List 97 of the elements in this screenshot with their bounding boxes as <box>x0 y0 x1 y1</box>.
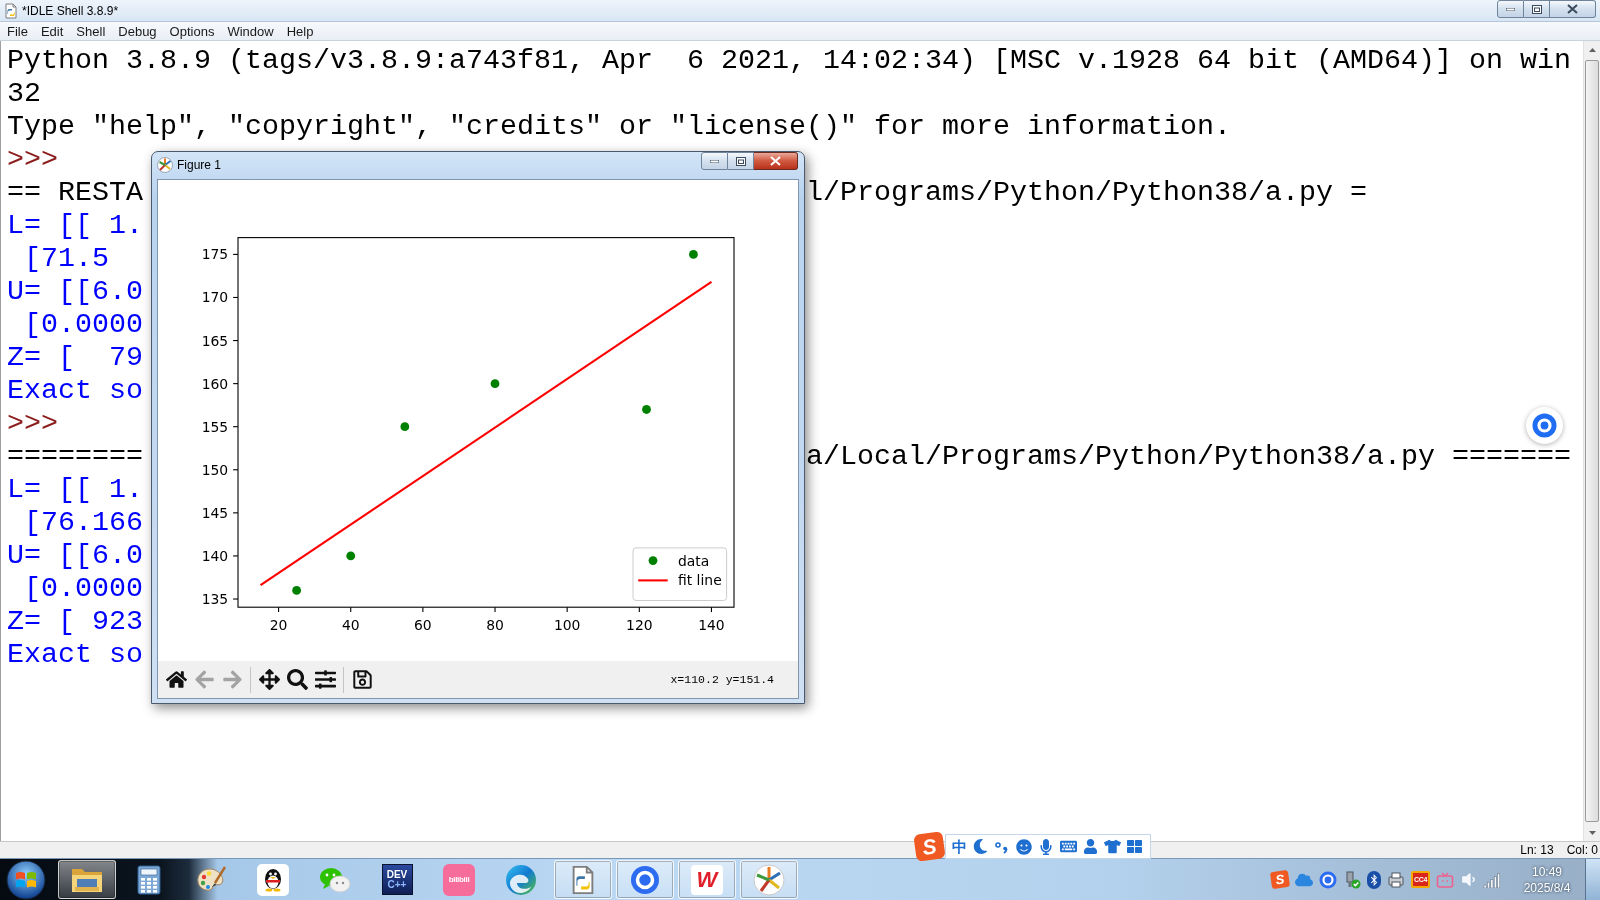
status-text: Col: 0 <box>1566 842 1598 859</box>
shell-text: Type "help", "copyright", "credits" or "license()" for more information. <box>7 110 1231 143</box>
microphone-icon[interactable] <box>1038 838 1054 855</box>
taskbar-app[interactable] <box>58 860 116 899</box>
status-text: Ln: 13 <box>1520 842 1554 859</box>
output-text: Exact so <box>7 638 143 671</box>
ring-icon[interactable] <box>1319 870 1337 889</box>
menu-item[interactable]: Window <box>222 22 279 40</box>
pinwheel-icon <box>753 863 785 896</box>
moon-icon[interactable] <box>973 839 988 854</box>
bluetooth-icon[interactable] <box>1367 870 1381 889</box>
punctuation-icon[interactable] <box>994 839 1010 854</box>
calculator-icon <box>137 864 161 895</box>
minimize-button[interactable] <box>701 152 728 170</box>
minimize-button[interactable] <box>1497 0 1524 18</box>
output-text: [71.5 <box>23 242 109 275</box>
close-icon <box>1567 4 1578 14</box>
tick-label: 80 <box>486 617 504 634</box>
plug-check-icon[interactable] <box>1343 870 1361 889</box>
menu-item[interactable]: Options <box>164 22 220 40</box>
app-logo: bilibili <box>443 863 475 896</box>
scrollbar-thumb[interactable] <box>1585 60 1599 822</box>
shell-text: == RESTA <box>7 176 143 209</box>
minimize-icon <box>710 159 719 163</box>
output-text: [0.0000 <box>23 572 143 605</box>
tick-label: 60 <box>414 617 432 634</box>
output-text: Z= [ 79 <box>7 341 143 374</box>
shirt-icon[interactable] <box>1104 838 1121 855</box>
menu-item[interactable]: Shell <box>71 22 111 40</box>
taskbar-app[interactable]: W <box>678 860 736 899</box>
restore-icon <box>735 156 746 166</box>
shell-text: a/Local/Programs/Python/Python38/a.py ======= <box>805 440 1571 473</box>
output-text: U= [[6.0 <box>7 275 143 308</box>
menu-item[interactable]: Debug <box>113 22 162 40</box>
tick-label: 100 <box>553 617 581 634</box>
tick-label: 140 <box>201 547 229 564</box>
output-text: L= [[ 1. <box>7 473 143 506</box>
maximize-button[interactable] <box>1524 0 1550 18</box>
window-title: *IDLE Shell 3.8.9* <box>22 2 119 20</box>
shell-text: l/Programs/Python/Python38/a.py = <box>805 176 1367 209</box>
prompt-text: >>> <box>7 143 58 176</box>
penguin-icon <box>257 863 289 896</box>
tick-label: 170 <box>201 289 229 306</box>
caret-up-icon <box>1588 47 1596 52</box>
output-text: U= [[6.0 <box>7 539 143 572</box>
tick-label: 135 <box>201 591 229 607</box>
shell-text: Python 3.8.9 (tags/v3.8.9:a743f81, Apr 6 2021, 14:02:34) [MSC v.1928 64 bit (AMD64)] on win <box>7 44 1571 77</box>
tick-label: 175 <box>201 246 229 263</box>
menu-item[interactable]: File <box>2 22 33 40</box>
maximize-button[interactable] <box>728 152 754 170</box>
windows-logo-icon <box>6 859 46 900</box>
output-text: [0.0000 <box>23 308 143 341</box>
output-text: L= [[ 1. <box>7 209 143 242</box>
tick-label: 140 <box>698 617 725 634</box>
prompt-text: >>> <box>7 407 58 440</box>
tick-label: 20 <box>269 617 288 634</box>
legend-label: fit line <box>678 572 722 589</box>
grid-icon[interactable] <box>1127 839 1142 854</box>
close-button[interactable] <box>1550 0 1596 18</box>
user-icon[interactable] <box>1083 839 1098 854</box>
python-document-icon <box>3 2 19 19</box>
tick-label: 160 <box>201 375 229 392</box>
taskbar-app[interactable]: DEV C++ <box>368 860 426 899</box>
tick-label: 155 <box>201 418 229 435</box>
window-title: Figure 1 <box>177 157 222 174</box>
minimize-icon <box>1506 7 1515 11</box>
floating-assistant-button[interactable] <box>1526 407 1563 444</box>
tick-label: 165 <box>201 332 229 349</box>
figure-app-icon <box>157 157 173 173</box>
menu-item[interactable]: Help <box>281 22 319 40</box>
signal-bars-icon[interactable] <box>1483 871 1501 888</box>
shell-text: ======== <box>7 440 143 473</box>
app-logo: W <box>691 864 723 895</box>
legend-label: data <box>678 552 710 569</box>
output-text: Exact so <box>7 374 143 407</box>
restore-icon <box>1531 4 1542 14</box>
shell-text: 32 <box>7 77 41 110</box>
keyboard-icon[interactable] <box>1060 838 1077 855</box>
cursor-coordinates: x=110.2 y=151.4 <box>670 671 774 688</box>
smiley-icon[interactable] <box>1016 838 1032 855</box>
ring-icon <box>630 864 660 895</box>
output-text: [76.166 <box>23 506 143 539</box>
close-icon <box>770 156 781 166</box>
output-text: Z= [ 923 <box>7 605 143 638</box>
ring-icon <box>1532 413 1557 438</box>
ime-mode-toggle[interactable]: 中 <box>952 839 967 854</box>
swirl-icon <box>505 863 537 896</box>
tick-label: 40 <box>341 617 360 634</box>
close-button[interactable] <box>754 152 798 170</box>
tick-label: 145 <box>201 504 229 521</box>
menu-item[interactable]: Edit <box>35 22 69 40</box>
printer-icon[interactable] <box>1387 870 1405 889</box>
caret-down-icon <box>1588 830 1596 835</box>
tick-label: 120 <box>626 617 653 634</box>
app-logo: DEV C++ <box>381 864 413 895</box>
show-desktop-button[interactable] <box>1585 858 1600 900</box>
tick-label: 150 <box>201 461 229 478</box>
